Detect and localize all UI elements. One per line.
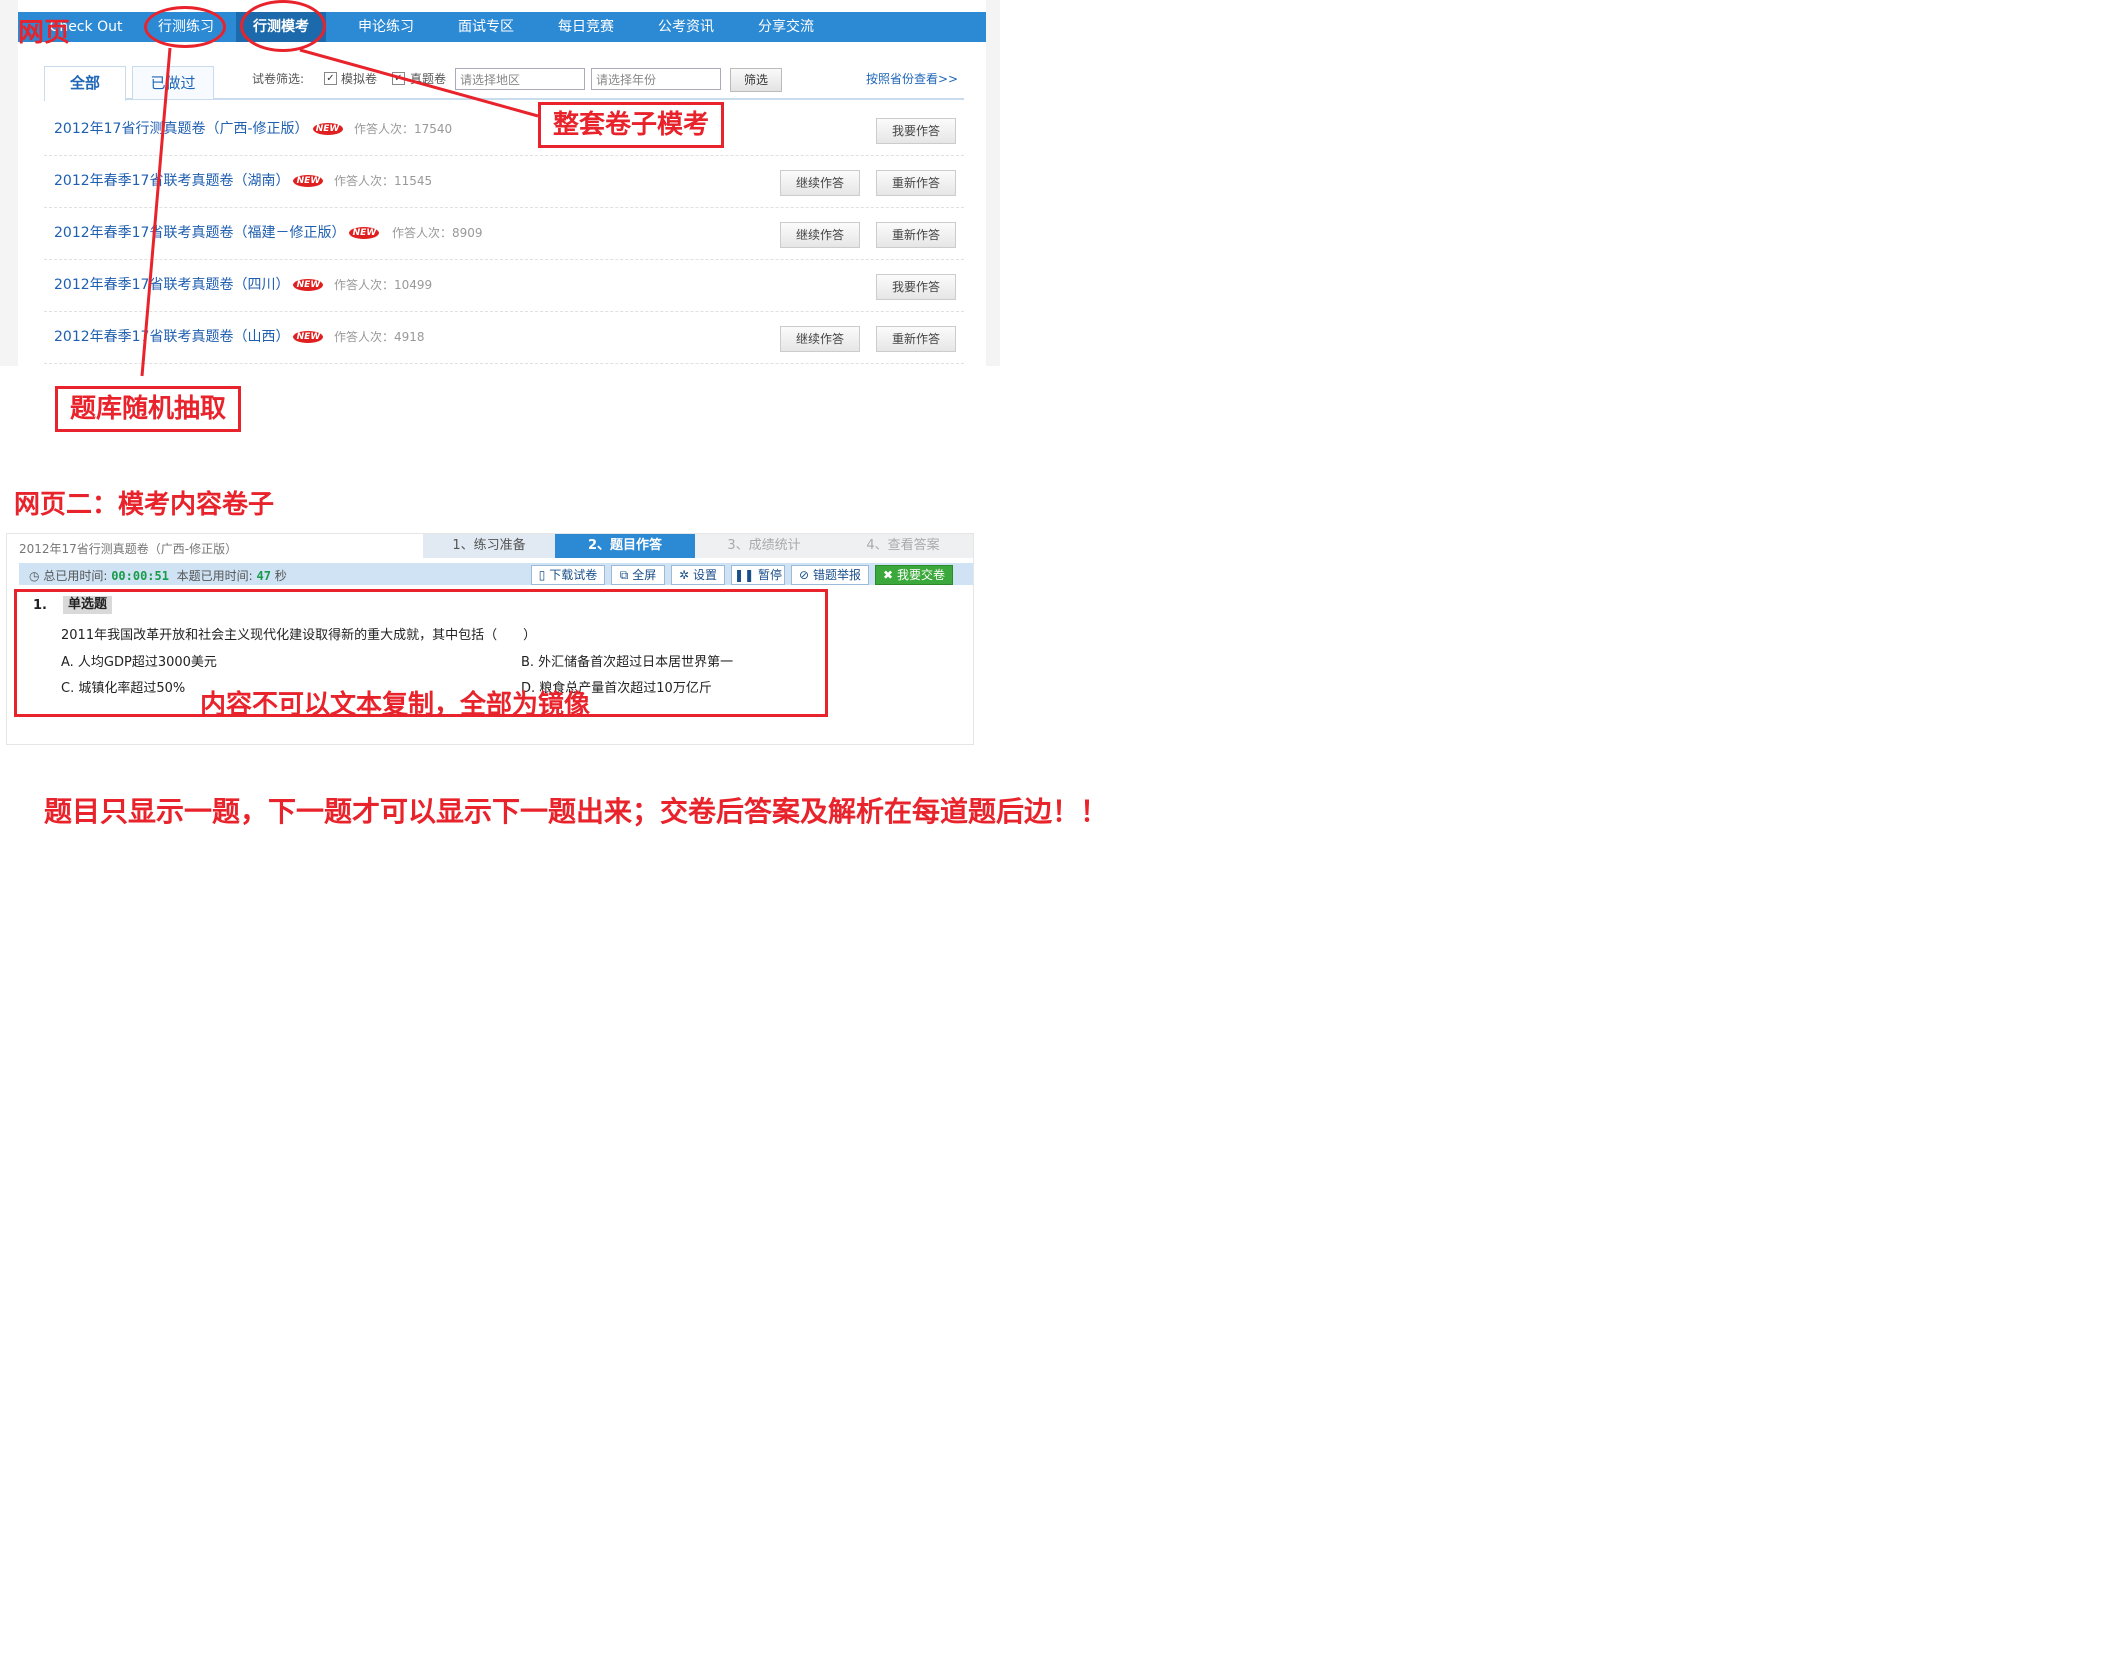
restart-button[interactable]: 重新作答 xyxy=(876,222,956,248)
paper-title-link[interactable]: 2012年春季17省联考真题卷（湖南） NEW xyxy=(54,170,324,190)
question-time-label: 本题已用时间: xyxy=(176,569,253,583)
paper-title-link[interactable]: 2012年春季17省联考真题卷（福建－修正版） NEW xyxy=(54,222,380,242)
page1-label: 网页 xyxy=(18,18,71,48)
nav-item-daily-contest[interactable]: 每日竞赛 xyxy=(536,12,636,42)
paper-title-link[interactable]: 2012年春季17省联考真题卷（四川） NEW xyxy=(54,274,324,294)
list-item: 2012年春季17省联考真题卷（山西） NEW 作答人次：4918 继续作答 重新… xyxy=(44,312,964,364)
settings-label: 设置 xyxy=(692,568,717,582)
paper-list: 2012年17省行测真题卷（广西-修正版） NEW 作答人次：17540 我要作答… xyxy=(44,104,964,364)
download-icon: ▯ xyxy=(538,568,546,582)
time-unit: 秒 xyxy=(274,569,287,583)
annotation-bottom-note: 题目只显示一题，下一题才可以显示下一题出来；交卷后答案及解析在每道题后边！！ xyxy=(44,795,1109,828)
restart-button[interactable]: 重新作答 xyxy=(876,170,956,196)
nav-item-share[interactable]: 分享交流 xyxy=(736,12,836,42)
list-item: 2012年春季17省联考真题卷（四川） NEW 作答人次：10499 我要作答 xyxy=(44,260,964,312)
list-item: 2012年春季17省联考真题卷（福建－修正版） NEW 作答人次：8909 继续作… xyxy=(44,208,964,260)
filter-button[interactable]: 筛选 xyxy=(730,68,782,92)
highlight-oval-practice xyxy=(144,6,226,48)
attempt-count: 作答人次：11545 xyxy=(334,174,433,188)
pause-icon: ❚❚ xyxy=(734,568,755,582)
download-paper-button[interactable]: ▯ 下载试卷 xyxy=(531,565,605,585)
total-time-value: 00:00:51 xyxy=(111,569,169,583)
fullscreen-icon: ⧉ xyxy=(619,568,629,582)
new-badge-icon: NEW xyxy=(349,227,380,239)
gear-icon: ✲ xyxy=(679,568,690,582)
paper-title: 2012年17省行测真题卷（广西-修正版） xyxy=(19,542,238,556)
page2-heading: 网页二：模考内容卷子 xyxy=(14,490,275,520)
close-icon: ✖ xyxy=(883,568,894,582)
filter-option-real: 真题卷 xyxy=(410,72,447,86)
tab-all[interactable]: 全部 xyxy=(44,66,126,101)
province-view-link[interactable]: 按照省份查看>> xyxy=(866,70,958,87)
download-label: 下载试卷 xyxy=(549,568,598,582)
nav-item-news[interactable]: 公考资讯 xyxy=(636,12,736,42)
answer-button[interactable]: 我要作答 xyxy=(876,118,956,144)
continue-button[interactable]: 继续作答 xyxy=(780,326,860,352)
new-badge-icon: NEW xyxy=(293,331,324,343)
new-badge-icon: NEW xyxy=(293,279,324,291)
nav-item-interview[interactable]: 面试专区 xyxy=(436,12,536,42)
paper-title-link[interactable]: 2012年春季17省联考真题卷（山西） NEW xyxy=(54,326,324,346)
step-prepare: 1、练习准备 xyxy=(423,534,555,558)
new-badge-icon: NEW xyxy=(312,123,343,135)
new-badge-icon: NEW xyxy=(293,175,324,187)
report-error-button[interactable]: ⊘ 错题举报 xyxy=(791,565,869,585)
step-score: 3、成绩统计 xyxy=(695,534,833,558)
answer-button[interactable]: 我要作答 xyxy=(876,274,956,300)
region-select[interactable]: 请选择地区 xyxy=(455,68,585,90)
submit-paper-button[interactable]: ✖ 我要交卷 xyxy=(875,565,953,585)
filter-label: 试卷筛选: xyxy=(252,72,305,86)
report-label: 错题举报 xyxy=(812,568,861,582)
step-answering: 2、题目作答 xyxy=(555,534,695,558)
pause-label: 暂停 xyxy=(757,568,782,582)
checkbox-mock[interactable]: ✓ xyxy=(324,72,337,85)
year-select[interactable]: 请选择年份 xyxy=(591,68,721,90)
nav-item-essay[interactable]: 申论练习 xyxy=(336,12,436,42)
submit-label: 我要交卷 xyxy=(896,568,945,582)
attempt-count: 作答人次：17540 xyxy=(354,122,453,136)
continue-button[interactable]: 继续作答 xyxy=(780,222,860,248)
question-time-value: 47 xyxy=(256,569,271,583)
attempt-count: 作答人次：10499 xyxy=(334,278,433,292)
fullscreen-label: 全屏 xyxy=(632,568,657,582)
clock-icon: ◷ xyxy=(29,569,40,583)
fullscreen-button[interactable]: ⧉ 全屏 xyxy=(611,565,665,585)
restart-button[interactable]: 重新作答 xyxy=(876,326,956,352)
annotation-random-bank: 题库随机抽取 xyxy=(55,386,241,432)
report-icon: ⊘ xyxy=(799,568,810,582)
list-item: 2012年春季17省联考真题卷（湖南） NEW 作答人次：11545 继续作答 重… xyxy=(44,156,964,208)
highlight-oval-mock xyxy=(240,0,326,52)
checkbox-real[interactable]: ✓ xyxy=(392,72,405,85)
pause-button[interactable]: ❚❚ 暂停 xyxy=(731,565,785,585)
timer-display: ◷ 总已用时间: 00:00:51 本题已用时间: 47 秒 xyxy=(29,567,287,584)
continue-button[interactable]: 继续作答 xyxy=(780,170,860,196)
tab-done[interactable]: 已做过 xyxy=(132,66,214,99)
total-time-label: 总已用时间: xyxy=(43,569,108,583)
filter-option-mock: 模拟卷 xyxy=(341,72,378,86)
annotation-mirror-note: 内容不可以文本复制，全部为镜像 xyxy=(200,690,591,720)
paper-title-link[interactable]: 2012年17省行测真题卷（广西-修正版） NEW xyxy=(54,118,343,138)
settings-button[interactable]: ✲ 设置 xyxy=(671,565,725,585)
annotation-whole-paper: 整套卷子模考 xyxy=(538,102,724,148)
attempt-count: 作答人次：8909 xyxy=(392,226,483,240)
list-item: 2012年17省行测真题卷（广西-修正版） NEW 作答人次：17540 我要作答 xyxy=(44,104,964,156)
step-view-answers: 4、查看答案 xyxy=(833,534,973,558)
exam-toolbar: ◷ 总已用时间: 00:00:51 本题已用时间: 47 秒 ▯ 下载试卷 ⧉ … xyxy=(19,563,973,585)
attempt-count: 作答人次：4918 xyxy=(334,330,425,344)
page1-screenshot: Check Out 行测练习 行测模考 申论练习 面试专区 每日竞赛 公考资讯 … xyxy=(0,0,1000,366)
